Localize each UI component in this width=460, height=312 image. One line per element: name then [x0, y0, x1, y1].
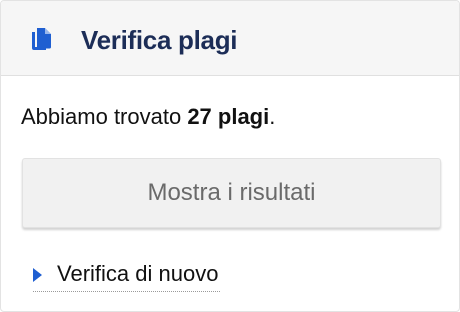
- result-message: Abbiamo trovato 27 plagi.: [21, 103, 275, 131]
- triangle-right-icon: [33, 268, 42, 282]
- result-prefix: Abbiamo trovato: [21, 104, 188, 129]
- plagiarism-check-panel: Verifica plagi Abbiamo trovato 27 plagi.…: [0, 0, 460, 312]
- result-suffix: .: [269, 104, 276, 129]
- copy-documents-icon: [29, 27, 53, 53]
- show-results-button[interactable]: Mostra i risultati: [22, 158, 441, 228]
- recheck-label: Verifica di nuovo: [57, 261, 219, 286]
- panel-header: Verifica plagi: [1, 1, 459, 76]
- plagiarism-count: 27 plagi: [187, 104, 270, 129]
- panel-title: Verifica plagi: [81, 25, 238, 55]
- recheck-link[interactable]: Verifica di nuovo: [33, 257, 221, 292]
- show-results-label: Mostra i risultati: [147, 179, 316, 206]
